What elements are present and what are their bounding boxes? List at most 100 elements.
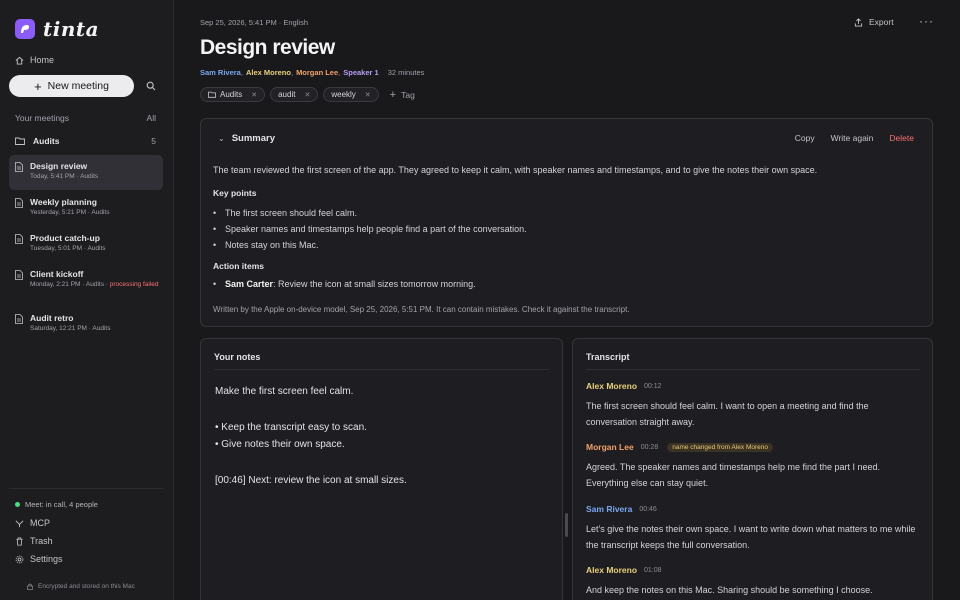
notes-bullet: • Keep the transcript easy to scan. xyxy=(215,422,367,433)
meeting-title: Product catch-up xyxy=(30,233,100,243)
speaker-name[interactable]: Alex Moreno xyxy=(586,381,637,391)
transcript-segment[interactable]: Alex Moreno 00:12 The first screen should… xyxy=(586,381,916,430)
meeting-title: Weekly planning xyxy=(30,197,97,207)
folder-icon xyxy=(208,91,216,98)
segment-text: And keep the notes on this Mac. Sharing … xyxy=(586,585,873,595)
meeting-item[interactable]: Product catch-up Tuesday, 5:01 PM · Audit… xyxy=(9,227,163,262)
all-filter[interactable]: All xyxy=(147,113,156,123)
lock-icon xyxy=(27,583,33,590)
tag-chip[interactable]: Audits ✕ xyxy=(200,87,266,102)
sidebar-divider xyxy=(9,488,164,489)
meeting-item[interactable]: Audit retro Saturday, 12:21 PM · Audits xyxy=(9,307,163,342)
timestamp[interactable]: 00:28 xyxy=(641,444,659,451)
plus-icon: + xyxy=(34,78,42,94)
meeting-item[interactable]: Weekly planning Yesterday, 5:21 PM · Audi… xyxy=(9,191,163,226)
timestamp[interactable]: 00:46 xyxy=(639,506,657,513)
delete-button[interactable]: Delete xyxy=(889,133,914,143)
document-icon xyxy=(15,234,23,244)
meeting-subtitle: Saturday, 12:21 PM · Audits xyxy=(30,325,111,332)
new-meeting-label: New meeting xyxy=(47,80,109,92)
chevron-down-icon: ⌄ xyxy=(218,134,225,143)
app-name: tinta xyxy=(43,17,100,41)
online-dot-icon xyxy=(15,502,20,507)
export-icon xyxy=(854,17,863,27)
close-icon[interactable]: ✕ xyxy=(365,91,371,99)
timestamp[interactable]: 00:12 xyxy=(644,383,662,390)
tag-list: Audits ✕ audit ✕ weekly ✕ + Tag xyxy=(200,87,415,102)
home-link[interactable]: Home xyxy=(15,55,54,65)
trash-label: Trash xyxy=(30,536,53,546)
folder-label: Audits xyxy=(33,136,60,146)
transcript-segment[interactable]: Sam Rivera 00:46 Let's give the notes the… xyxy=(586,504,916,553)
export-button[interactable]: Export xyxy=(854,17,894,27)
settings-link[interactable]: Settings xyxy=(15,554,63,564)
key-point-text: Notes stay on this Mac. xyxy=(225,240,319,250)
trash-icon xyxy=(16,536,23,546)
list-item: • The first screen should feel calm. xyxy=(213,205,527,221)
name-changed-badge: name changed from Alex Moreno xyxy=(667,442,773,452)
settings-label: Settings xyxy=(30,554,63,564)
write-again-button[interactable]: Write again xyxy=(831,133,874,143)
document-icon xyxy=(15,198,23,208)
participant-name[interactable]: Morgan Lee xyxy=(296,68,338,77)
search-button[interactable] xyxy=(140,75,162,97)
summary-actions: Copy Write again Delete xyxy=(779,133,914,143)
participant-name[interactable]: Alex Moreno xyxy=(246,68,291,77)
resize-handle[interactable] xyxy=(565,513,568,537)
call-status: Meet: in call, 4 people xyxy=(15,500,98,509)
divider xyxy=(214,369,549,370)
plus-icon: + xyxy=(389,88,397,101)
key-points-heading: Key points xyxy=(213,188,257,198)
sidebar: tinta Home + New meeting Your meetings A… xyxy=(0,0,174,600)
meeting-subtitle: Tuesday, 5:01 PM · Audits xyxy=(30,245,106,252)
app-logo[interactable]: tinta xyxy=(15,17,99,41)
action-owner: Sam Carter xyxy=(225,279,274,289)
transcript-segment[interactable]: Alex Moreno 01:08 And keep the notes on t… xyxy=(586,565,916,598)
more-options-icon[interactable]: ··· xyxy=(919,14,934,28)
speaker-name[interactable]: Alex Moreno xyxy=(586,565,637,575)
summary-disclaimer: Written by the Apple on-device model, Se… xyxy=(213,305,630,314)
notes-editor[interactable]: Make the first screen feel calm. • Keep … xyxy=(215,383,407,489)
summary-toggle[interactable]: ⌄ Summary xyxy=(218,133,275,144)
timestamp[interactable]: 01:08 xyxy=(644,567,662,574)
meeting-duration: 32 minutes xyxy=(387,68,425,77)
copy-button[interactable]: Copy xyxy=(795,133,815,143)
trash-link[interactable]: Trash xyxy=(15,536,53,546)
transcript-segment[interactable]: Morgan Lee 00:28 name changed from Alex Mo… xyxy=(586,442,916,491)
add-tag-button[interactable]: + Tag xyxy=(390,89,415,101)
meeting-title: Client kickoff xyxy=(30,269,84,279)
your-meetings-label: Your meetings xyxy=(15,113,70,123)
notes-line: Make the first screen feel calm. xyxy=(215,386,354,397)
gear-icon xyxy=(15,555,24,563)
list-item: • Notes stay on this Mac. xyxy=(213,237,527,253)
tag-chip[interactable]: audit ✕ xyxy=(270,87,319,102)
tag-chip[interactable]: weekly ✕ xyxy=(323,87,379,102)
folder-audits[interactable]: Audits 5 xyxy=(15,136,156,146)
mcp-link[interactable]: MCP xyxy=(15,518,50,528)
transcript-heading: Transcript xyxy=(586,352,630,362)
meeting-item[interactable]: Client kickoff Monday, 2:21 PM · Audits … xyxy=(9,263,163,303)
speaker-name[interactable]: Morgan Lee xyxy=(586,442,634,452)
meeting-subtitle: Monday, 2:21 PM · Audits · processing fa… xyxy=(30,280,160,289)
participant-name[interactable]: Sam Rivera xyxy=(200,68,241,77)
list-item: • Speaker names and timestamps help peopl… xyxy=(213,221,527,237)
notes-card[interactable]: Your notes Make the first screen feel ca… xyxy=(200,338,563,600)
storage-note: Encrypted and stored on this Mac xyxy=(27,583,135,590)
folder-count: 5 xyxy=(151,136,156,146)
close-icon[interactable]: ✕ xyxy=(251,91,257,99)
document-icon xyxy=(15,162,23,172)
segment-text: Agreed. The speaker names and timestamps… xyxy=(586,462,881,488)
speaker-name[interactable]: Sam Rivera xyxy=(586,504,632,514)
segment-text: Let's give the notes their own space. I … xyxy=(586,524,916,550)
summary-heading: Summary xyxy=(231,133,276,144)
meeting-item[interactable]: Design review Today, 5:41 PM · Audits xyxy=(9,155,163,190)
close-icon[interactable]: ✕ xyxy=(304,91,310,99)
meeting-subtitle: Today, 5:41 PM · Audits xyxy=(30,173,99,180)
new-meeting-button[interactable]: + New meeting xyxy=(9,75,134,97)
home-label: Home xyxy=(30,55,55,65)
transcript-card: Transcript Alex Moreno 00:12 The first sc… xyxy=(572,338,933,600)
document-icon xyxy=(15,270,23,280)
search-icon xyxy=(146,81,156,91)
notes-heading: Your notes xyxy=(214,352,261,362)
participant-name[interactable]: Speaker 1 xyxy=(343,68,378,77)
